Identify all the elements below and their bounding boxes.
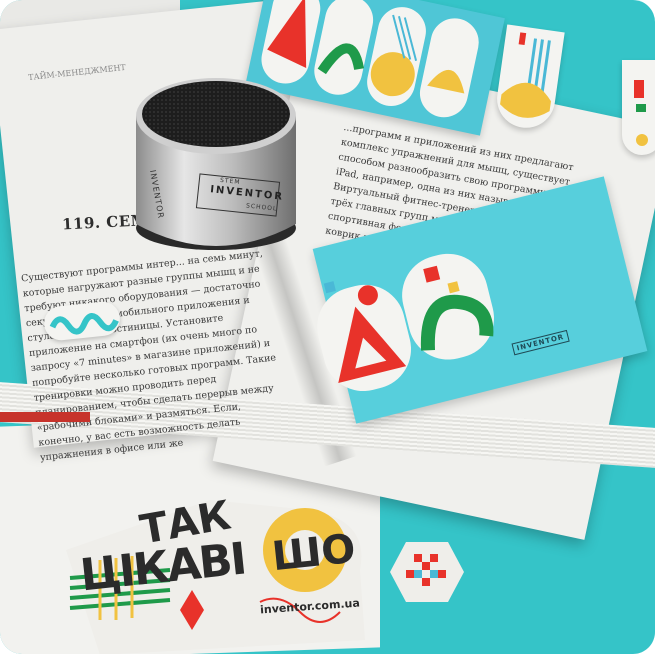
photo-frame: ТАЙМ-МЕНЕДЖМЕНТ 119. СЕМЬ МИ Существуют …	[0, 0, 655, 654]
sticky-note-brand: INVENTOR	[511, 329, 570, 356]
bookmark-edge-right	[622, 60, 655, 155]
brand-sticker: ТАК ЦІКАВІ ШО inventor.com.ua	[60, 490, 370, 654]
sticker-line-3: ШО	[269, 525, 358, 581]
pixel-hexagon-sticker	[388, 540, 466, 604]
speaker-body	[136, 78, 296, 250]
left-page-paragraph: Существуют программы интер... на семь ми…	[20, 248, 277, 464]
bluetooth-speaker: STEM INVENTOR SCHOOL INVENTOR	[128, 70, 303, 255]
red-binding-strip	[0, 412, 90, 422]
